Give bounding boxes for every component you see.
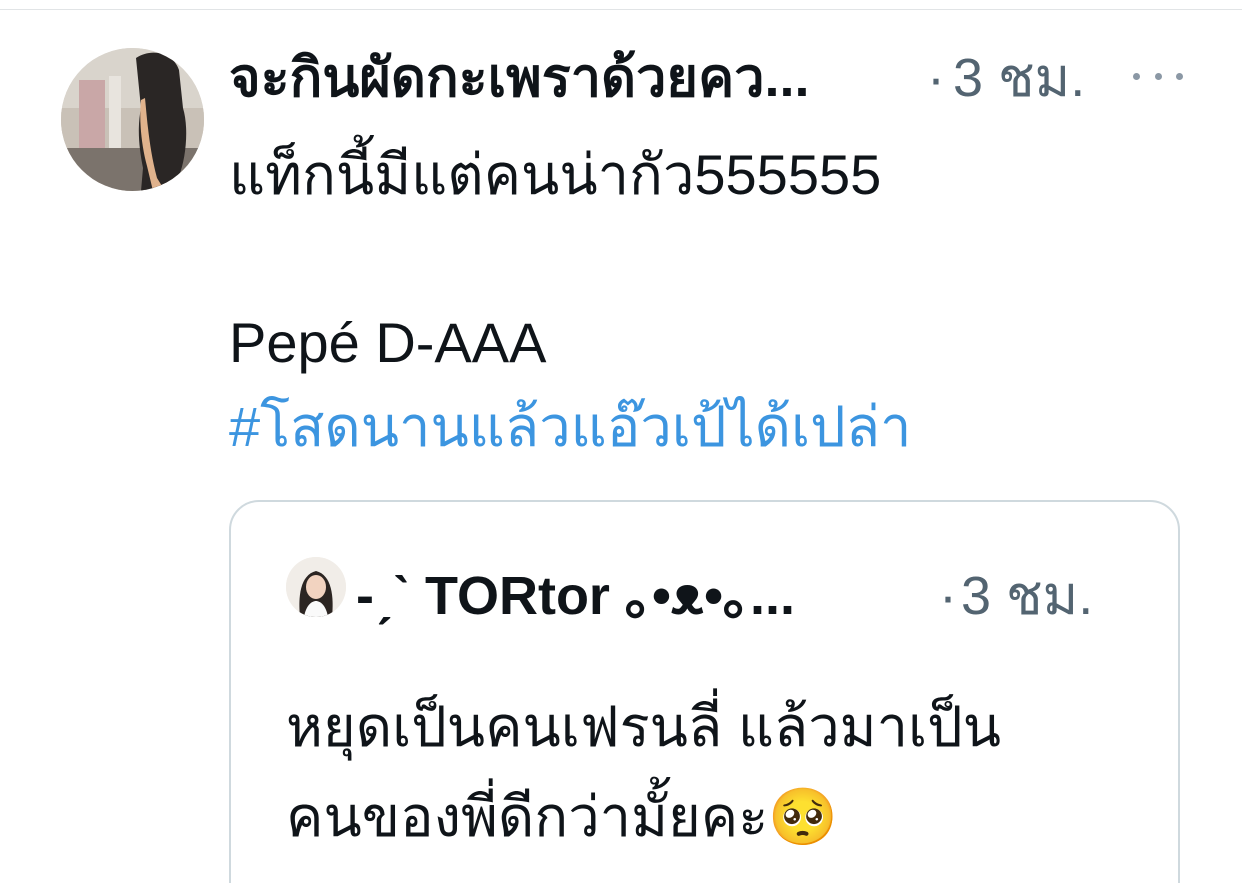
- author-name[interactable]: จะกินผัดกะเพราด้วยคว...: [229, 44, 909, 112]
- tweet-text: แท็กนี้มีแต่คนน่ากัว555555 Pepé D-AAA #โ…: [229, 133, 1189, 469]
- more-dot: [1133, 72, 1140, 80]
- tweet-page: จะกินผัดกะเพราด้วยคว... · 3 ชม. แท็กนี้ม…: [0, 0, 1242, 883]
- tweet-text-line: Pepé D-AAA: [229, 311, 547, 374]
- tweet-timestamp[interactable]: 3 ชม.: [953, 44, 1085, 112]
- quoted-time-separator: ·: [939, 566, 957, 626]
- time-separator: ·: [927, 48, 945, 108]
- quoted-text-line: คนของพี่ดีกว่ามั้ยคะ🥺: [286, 785, 839, 848]
- tweet-text-line: แท็กนี้มีแต่คนน่ากัว555555: [229, 143, 882, 206]
- top-divider: [0, 9, 1242, 10]
- author-avatar[interactable]: [61, 48, 204, 191]
- avatar-photo: [61, 48, 204, 191]
- more-dot: [1154, 72, 1162, 80]
- quoted-text-line: หยุดเป็นคนเฟรนลี่ แล้วมาเป็น: [286, 695, 1002, 758]
- quoted-tweet-card[interactable]: -ˏˋ TORtor ｡•ᴥ•｡... · 3 ชม. หยุดเป็นคนเฟ…: [229, 500, 1180, 883]
- quoted-author-name[interactable]: -ˏˋ TORtor ｡•ᴥ•｡...: [356, 562, 876, 630]
- more-dot: [1176, 72, 1183, 80]
- hashtag-link[interactable]: #โสดนานแล้วแอ๊วเป้ได้เปล่า: [229, 385, 1189, 469]
- quoted-tweet-text: หยุดเป็นคนเฟรนลี่ แล้วมาเป็น คนของพี่ดีก…: [286, 682, 1146, 862]
- quoted-tweet-timestamp[interactable]: 3 ชม.: [961, 562, 1093, 630]
- more-options-icon[interactable]: [1133, 56, 1183, 96]
- quoted-author-avatar[interactable]: [286, 557, 346, 617]
- quoted-avatar-photo: [286, 557, 346, 617]
- tweet-header: จะกินผัดกะเพราด้วยคว... · 3 ชม.: [229, 44, 1189, 114]
